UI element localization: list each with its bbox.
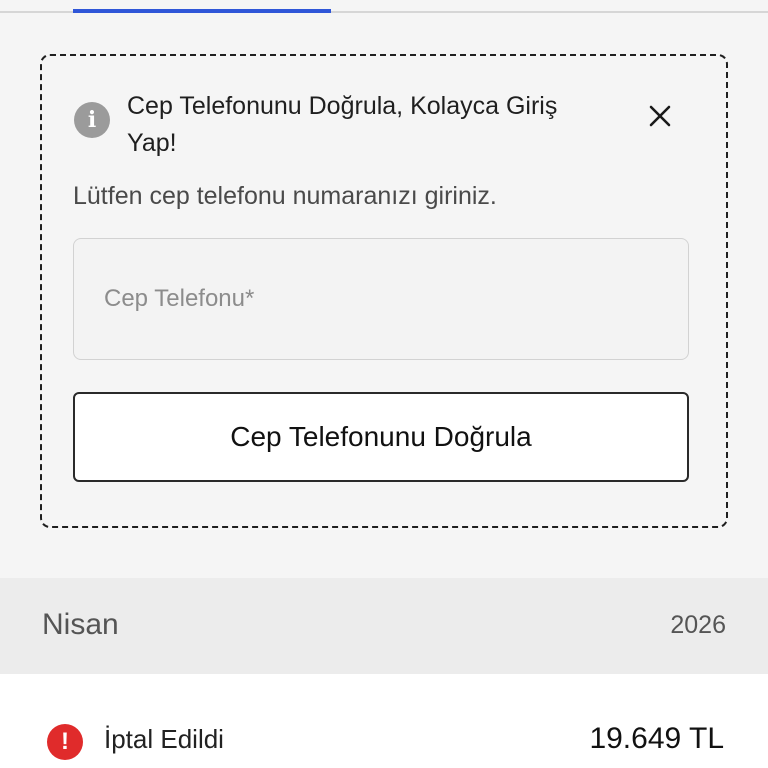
order-list-item[interactable]: ! İptal Edildi 19.649 TL bbox=[0, 674, 768, 768]
info-icon: i bbox=[74, 102, 110, 138]
active-tab-indicator bbox=[73, 9, 331, 13]
alert-icon: ! bbox=[47, 724, 83, 760]
close-icon bbox=[649, 105, 671, 127]
page: i Cep Telefonunu Doğrula, Kolayca Giriş … bbox=[0, 0, 768, 768]
order-amount: 19.649 TL bbox=[589, 722, 724, 755]
verify-phone-button[interactable]: Cep Telefonunu Doğrula bbox=[73, 392, 689, 482]
order-status: İptal Edildi bbox=[104, 724, 224, 754]
month-header: Nisan 2026 bbox=[0, 578, 768, 674]
phone-number-input[interactable] bbox=[73, 238, 689, 360]
close-button[interactable] bbox=[640, 96, 680, 136]
phone-verification-card: i Cep Telefonunu Doğrula, Kolayca Giriş … bbox=[40, 54, 728, 528]
verification-title: Cep Telefonunu Doğrula, Kolayca Giriş Ya… bbox=[127, 92, 558, 157]
month-name: Nisan bbox=[42, 608, 119, 641]
month-year: 2026 bbox=[670, 611, 726, 639]
verification-subtitle: Lütfen cep telefonu numaranızı giriniz. bbox=[73, 182, 497, 210]
